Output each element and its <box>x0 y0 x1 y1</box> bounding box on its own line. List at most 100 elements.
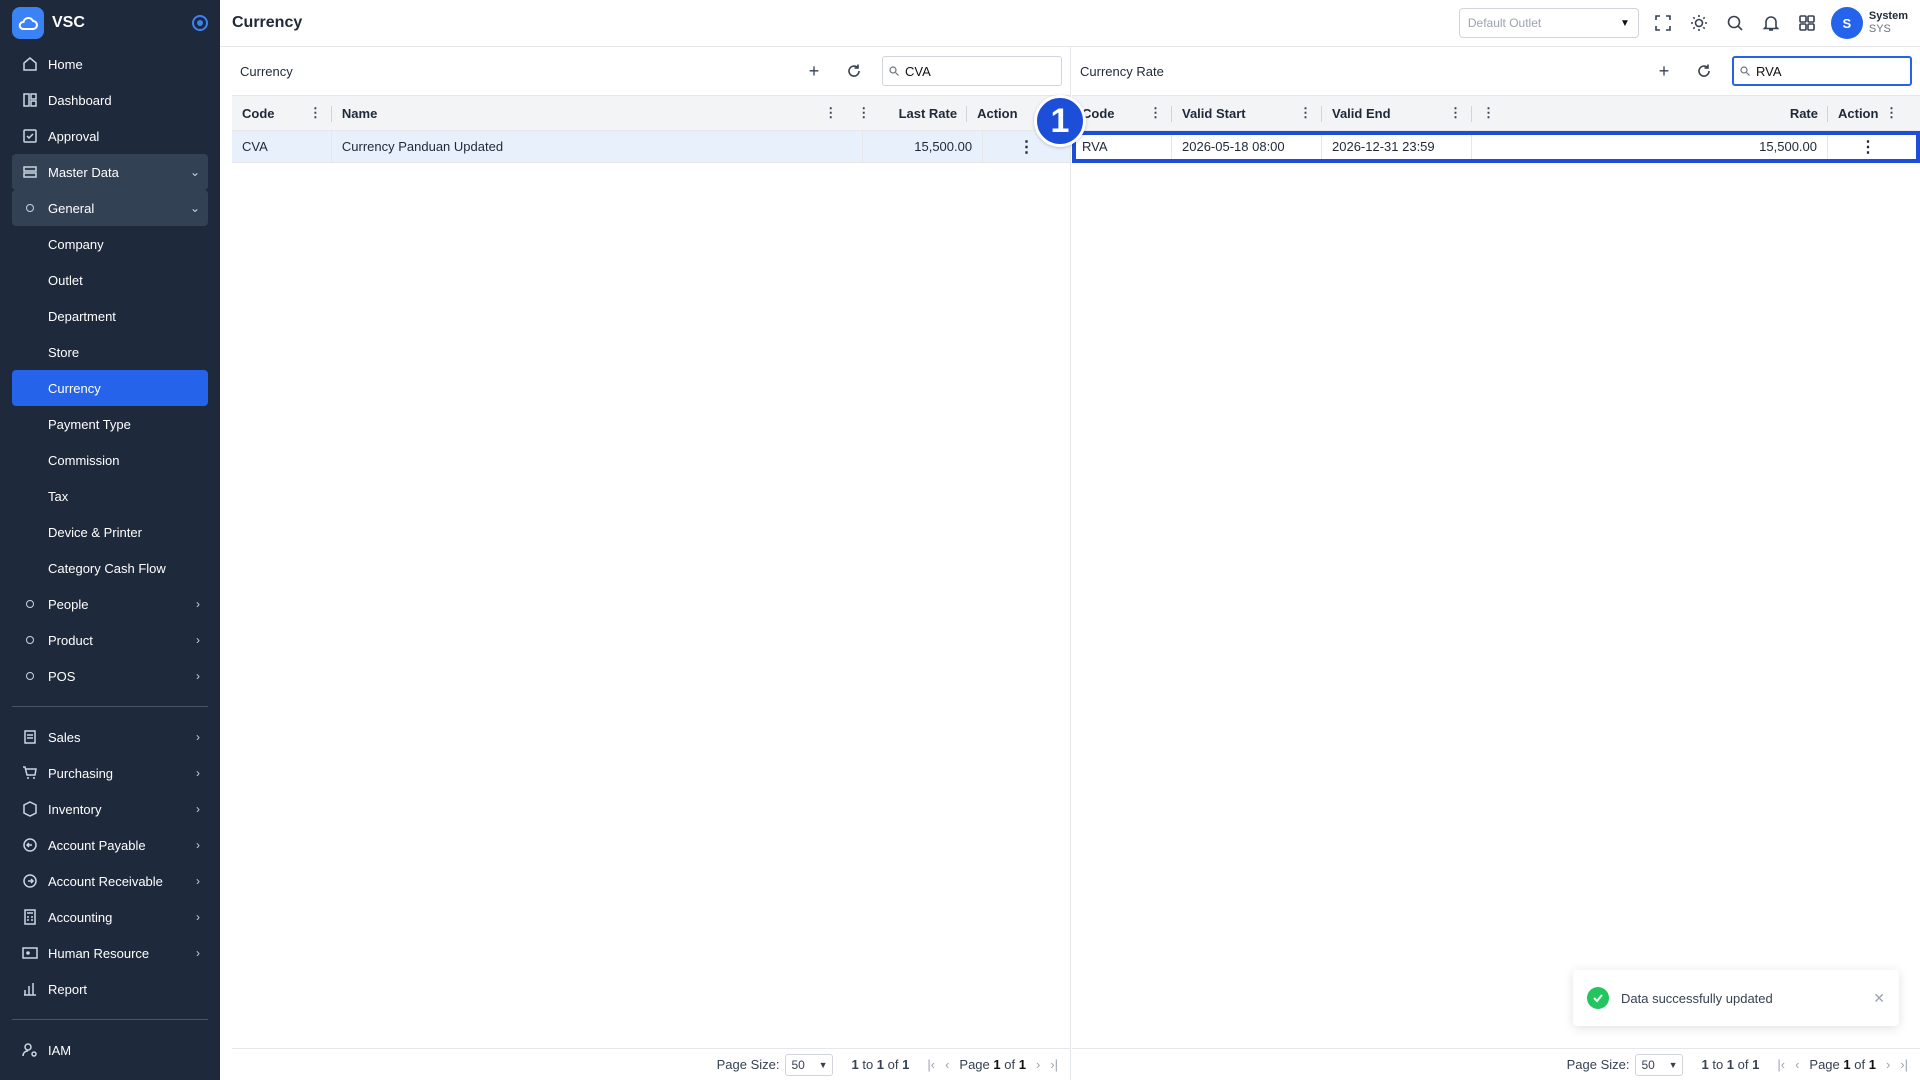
sidebar-item-device-printer[interactable]: Device & Printer <box>12 514 208 550</box>
page-size-label: Page Size: <box>716 1057 780 1072</box>
sidebar-item-dashboard[interactable]: Dashboard <box>12 82 208 118</box>
sidebar-item-currency[interactable]: Currency <box>12 370 208 406</box>
fullscreen-icon[interactable] <box>1651 11 1675 35</box>
sidebar-item-approval[interactable]: Approval <box>12 118 208 154</box>
table-row[interactable]: CVA Currency Panduan Updated 15,500.00 ⋮ <box>232 131 1070 163</box>
column-menu-icon[interactable]: ⋮ <box>824 105 837 121</box>
sidebar-item-home[interactable]: Home <box>12 46 208 82</box>
column-label: Action <box>1838 105 1879 121</box>
column-header-valid-start[interactable]: Valid Start ⋮ <box>1172 96 1322 130</box>
sidebar-item-tax[interactable]: Tax <box>12 478 208 514</box>
page-size-select[interactable]: 50 ▼ <box>785 1053 834 1076</box>
apps-grid-icon[interactable] <box>1795 11 1819 35</box>
chevron-right-icon: › <box>196 669 200 683</box>
sidebar-item-outlet[interactable]: Outlet <box>12 262 208 298</box>
column-menu-icon[interactable]: ⋮ <box>1299 105 1312 121</box>
column-menu-icon[interactable]: ⋮ <box>857 105 870 121</box>
cell-code: RVA <box>1072 131 1172 162</box>
chevron-right-icon: › <box>196 597 200 611</box>
sidebar-item-sales[interactable]: Sales › <box>12 719 208 755</box>
sidebar-item-accounting[interactable]: Accounting › <box>12 899 208 935</box>
row-action-menu-icon[interactable]: ⋮ <box>1828 131 1908 162</box>
sidebar-item-store[interactable]: Store <box>12 334 208 370</box>
sidebar-item-label: Company <box>48 236 104 252</box>
column-header-valid-end[interactable]: Valid End ⋮ <box>1322 96 1472 130</box>
column-header-name[interactable]: Name ⋮ <box>332 96 847 130</box>
currency-rate-search-input[interactable] <box>1756 63 1896 79</box>
currency-rate-search[interactable] <box>1732 56 1912 86</box>
sidebar-item-account-receivable[interactable]: Account Receivable › <box>12 863 208 899</box>
sidebar-item-master-data[interactable]: Master Data ⌄ <box>12 154 208 190</box>
sidebar-item-department[interactable]: Department <box>12 298 208 334</box>
table-row[interactable]: RVA 2026-05-18 08:00 2026-12-31 23:59 15… <box>1072 131 1920 163</box>
user-menu[interactable]: S System SYS <box>1830 7 1908 39</box>
currency-rate-panel: Currency Rate + Code ⋮ Valid Start ⋮ Valid… <box>1072 47 1920 1080</box>
next-page-icon[interactable]: › <box>1886 1057 1890 1072</box>
sidebar-item-label: Device & Printer <box>48 524 142 540</box>
refresh-icon[interactable] <box>1692 59 1716 83</box>
sidebar-item-iam[interactable]: IAM <box>12 1032 208 1068</box>
sidebar-item-label: Home <box>48 56 83 72</box>
topbar: Currency Default Outlet ▼ S System SYS <box>220 0 1920 47</box>
id-card-icon <box>20 943 40 963</box>
currency-search-input[interactable] <box>905 63 1045 79</box>
close-icon[interactable]: ✕ <box>1873 990 1885 1007</box>
page-size-select[interactable]: 50 ▼ <box>1635 1053 1684 1076</box>
sidebar-item-payment-type[interactable]: Payment Type <box>12 406 208 442</box>
add-icon[interactable]: + <box>802 59 826 83</box>
sidebar-item-account-payable[interactable]: Account Payable › <box>12 827 208 863</box>
column-header-code[interactable]: Code ⋮ <box>232 96 332 130</box>
column-menu-icon[interactable]: ⋮ <box>1482 105 1495 121</box>
prev-page-icon[interactable]: ‹ <box>1795 1057 1799 1072</box>
circle-icon <box>20 630 40 650</box>
column-menu-icon[interactable]: ⋮ <box>1885 105 1898 121</box>
bell-icon[interactable] <box>1759 11 1783 35</box>
sidebar-item-human-resource[interactable]: Human Resource › <box>12 935 208 971</box>
chevron-right-icon: › <box>196 874 200 888</box>
sidebar-item-purchasing[interactable]: Purchasing › <box>12 755 208 791</box>
page-size-value: 50 <box>791 1057 805 1072</box>
column-header-last-rate[interactable]: ⋮ Last Rate <box>847 96 967 130</box>
sidebar-item-product[interactable]: Product › <box>12 622 208 658</box>
sidebar-item-label: Approval <box>48 128 100 144</box>
sidebar-item-report[interactable]: Report <box>12 971 208 1007</box>
sidebar-item-category-cash-flow[interactable]: Category Cash Flow <box>12 550 208 586</box>
sidebar-item-label: Account Payable <box>48 837 146 853</box>
column-menu-icon[interactable]: ⋮ <box>1449 105 1462 121</box>
column-label: Rate <box>1789 105 1818 121</box>
prev-page-icon[interactable]: ‹ <box>945 1057 949 1072</box>
last-page-icon[interactable]: ›| <box>1900 1057 1908 1072</box>
receivable-icon <box>20 871 40 891</box>
sidebar-item-commission[interactable]: Commission <box>12 442 208 478</box>
column-menu-icon[interactable]: ⋮ <box>309 105 322 121</box>
theme-sun-icon[interactable] <box>1687 11 1711 35</box>
sidebar-toggle-icon[interactable] <box>192 15 208 31</box>
search-icon[interactable] <box>1723 11 1747 35</box>
add-icon[interactable]: + <box>1652 59 1676 83</box>
caret-down-icon: ▼ <box>818 1059 828 1070</box>
column-menu-icon[interactable]: ⋮ <box>1149 105 1162 121</box>
column-header-rate[interactable]: ⋮ Rate <box>1472 96 1828 130</box>
refresh-icon[interactable] <box>842 59 866 83</box>
cart-icon <box>20 763 40 783</box>
cell-last-rate: 15,500.00 <box>863 131 984 162</box>
search-icon <box>1740 64 1750 79</box>
column-header-code[interactable]: Code ⋮ <box>1072 96 1172 130</box>
next-page-icon[interactable]: › <box>1036 1057 1040 1072</box>
currency-search[interactable] <box>882 56 1062 86</box>
sidebar-item-inventory[interactable]: Inventory › <box>12 791 208 827</box>
last-page-icon[interactable]: ›| <box>1050 1057 1058 1072</box>
outlet-select[interactable]: Default Outlet ▼ <box>1458 8 1639 38</box>
column-label: Valid Start <box>1182 105 1246 121</box>
sidebar-item-company[interactable]: Company <box>12 226 208 262</box>
first-page-icon[interactable]: |‹ <box>1777 1057 1785 1072</box>
sidebar-item-label: Accounting <box>48 909 113 925</box>
column-header-action[interactable]: Action ⋮ <box>1828 96 1908 130</box>
sidebar-item-general[interactable]: General ⌄ <box>12 190 208 226</box>
currency-rate-pagination: Page Size: 50 ▼ 1 to 1 of 1 |‹ ‹ Page 1 o… <box>1072 1048 1920 1080</box>
page-title: Currency <box>232 14 303 31</box>
sidebar-item-pos[interactable]: POS › <box>12 658 208 694</box>
first-page-icon[interactable]: |‹ <box>927 1057 935 1072</box>
sidebar-item-label: Report <box>48 981 88 997</box>
sidebar-item-people[interactable]: People › <box>12 586 208 622</box>
